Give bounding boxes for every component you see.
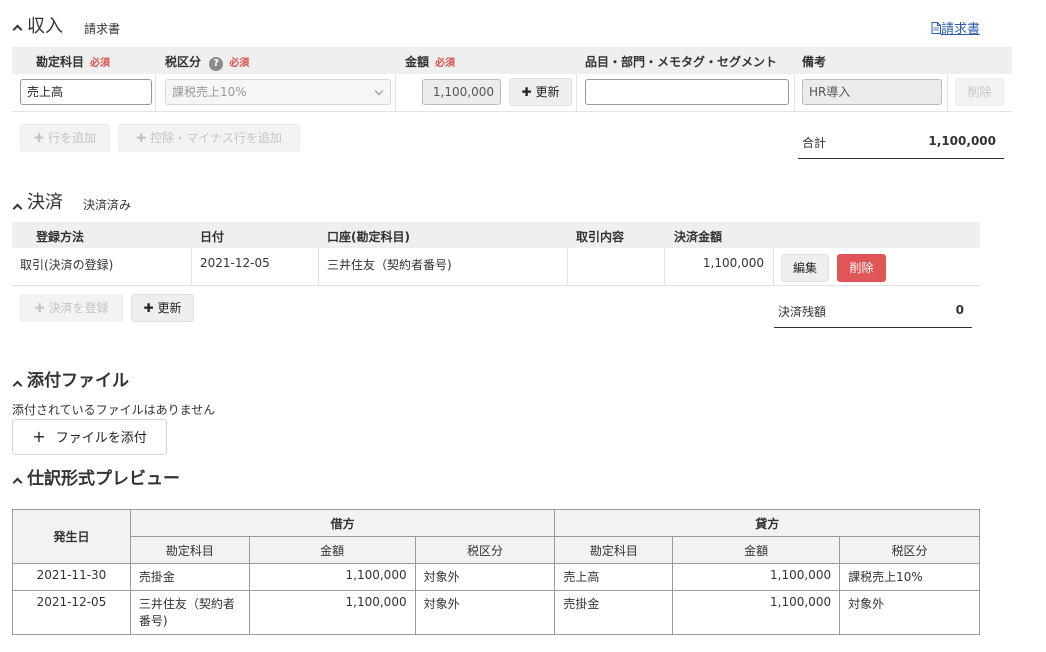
- row-debit-account: 売掛金: [129, 563, 250, 591]
- income-collapse-icon[interactable]: [12, 22, 23, 36]
- add-row-label: 行を追加: [48, 131, 97, 145]
- header-credit-tax: 税区分: [839, 536, 980, 564]
- row-credit-amount: 1,100,000: [672, 590, 841, 635]
- tax-select[interactable]: 課税売上10%: [165, 79, 391, 105]
- invoice-link-label: 請求書: [941, 22, 981, 37]
- settlement-row: [12, 248, 980, 286]
- header-debit: 借方: [129, 509, 556, 537]
- attachments-title: 添付ファイル: [27, 371, 129, 391]
- add-row-button[interactable]: ✚ 行を追加: [20, 124, 110, 152]
- settlement-collapse-icon[interactable]: [12, 201, 23, 215]
- income-header-row: [12, 47, 1012, 74]
- required-badge: 必須: [435, 58, 456, 69]
- header-debit-amount: 金額: [248, 536, 416, 564]
- row-debit-amount: 1,100,000: [248, 563, 416, 591]
- header-tax-label: 税区分: [165, 55, 202, 69]
- register-settlement-label: 決済を登録: [48, 301, 109, 315]
- row-credit-tax: 対象外: [839, 590, 980, 635]
- balance-row: 決済残額 0: [774, 294, 972, 328]
- total-row: 合計 1,100,000: [798, 125, 1004, 159]
- row-credit-account: 売上高: [554, 563, 674, 591]
- header-settle-account: 口座(勘定科目): [327, 230, 410, 244]
- header-settle-amount: 決済金額: [674, 230, 723, 244]
- plus-icon: ✚: [143, 301, 154, 315]
- row-date: 2021-11-30: [12, 563, 131, 591]
- income-title: 収入: [27, 16, 63, 37]
- plus-icon: +: [32, 427, 46, 446]
- row-date: 2021-12-05: [12, 590, 131, 635]
- row-debit-tax: 対象外: [414, 590, 556, 635]
- income-subtitle: 請求書: [84, 22, 121, 36]
- header-credit-account: 勘定科目: [554, 536, 674, 564]
- attach-file-label: ファイルを添付: [55, 431, 147, 446]
- settlement-amount: 1,100,000: [702, 256, 764, 270]
- amount-update-label: 更新: [535, 85, 560, 99]
- header-debit-account: 勘定科目: [129, 536, 250, 564]
- journal-preview-table: 発生日 借方 貸方 勘定科目 金額 税区分 勘定科目 金額 税区分 2021-1…: [12, 509, 980, 635]
- amount-input[interactable]: 1,100,000: [422, 79, 501, 105]
- row-debit-account: 三井住友（契約者番号): [129, 590, 250, 635]
- plus-icon: ✚: [33, 131, 45, 145]
- settlement-method: 取引(決済の登録): [20, 258, 114, 272]
- amount-update-button[interactable]: ✚ 更新: [509, 78, 572, 106]
- help-icon[interactable]: ?: [209, 57, 224, 71]
- chevron-down-icon: [374, 86, 384, 96]
- settlement-date: 2021-12-05: [200, 256, 270, 270]
- settlement-subtitle: 決済済み: [83, 198, 132, 212]
- plus-icon: ✚: [521, 85, 532, 99]
- settlement-update-label: 更新: [157, 301, 182, 315]
- header-amount: 金額 必須: [405, 53, 455, 70]
- row-credit-account: 売掛金: [554, 590, 674, 635]
- account-input[interactable]: 売上高: [20, 79, 152, 105]
- plus-icon: ✚: [136, 131, 147, 145]
- header-method: 登録方法: [36, 230, 85, 244]
- add-minus-row-button[interactable]: ✚ 控除・マイナス行を追加: [118, 124, 300, 152]
- header-credit: 貸方: [554, 509, 980, 537]
- header-account: 勘定科目 必須: [36, 53, 110, 70]
- header-account-label: 勘定科目: [36, 55, 85, 69]
- row-delete-button[interactable]: 削除: [955, 78, 1004, 106]
- table-row: 2021-12-05 三井住友（契約者番号) 1,100,000 対象外 売掛金…: [12, 590, 980, 635]
- header-credit-amount: 金額: [672, 536, 841, 564]
- total-label: 合計: [802, 136, 827, 150]
- header-memo: 備考: [802, 55, 827, 69]
- header-occurrence-date: 発生日: [12, 509, 131, 564]
- header-segment: 品目・部門・メモタグ・セグメント: [585, 55, 778, 69]
- tax-select-value: 課税売上10%: [172, 85, 247, 99]
- plus-icon: ✚: [34, 301, 45, 315]
- balance-label: 決済残額: [778, 305, 827, 319]
- add-minus-row-label: 控除・マイナス行を追加: [150, 131, 282, 145]
- header-tax: 税区分 ? 必須: [165, 53, 249, 71]
- settlement-edit-button[interactable]: 編集: [781, 254, 829, 282]
- preview-collapse-icon[interactable]: [12, 475, 23, 489]
- settlement-update-button[interactable]: ✚ 更新: [131, 294, 194, 322]
- preview-title: 仕訳形式プレビュー: [27, 469, 180, 489]
- header-date: 日付: [200, 230, 225, 244]
- row-debit-tax: 対象外: [414, 563, 556, 591]
- table-row: 2021-11-30 売掛金 1,100,000 対象外 売上高 1,100,0…: [12, 563, 980, 591]
- header-debit-tax: 税区分: [414, 536, 556, 564]
- row-credit-amount: 1,100,000: [672, 563, 841, 591]
- settlement-header-row: [12, 222, 980, 248]
- invoice-link[interactable]: 請求書: [931, 18, 980, 37]
- segment-input[interactable]: [585, 79, 789, 105]
- required-badge: 必須: [90, 58, 111, 69]
- header-content: 取引内容: [576, 230, 625, 244]
- document-icon: [931, 22, 941, 34]
- memo-input[interactable]: HR導入: [802, 79, 942, 105]
- balance-value: 0: [955, 303, 964, 317]
- attach-file-button[interactable]: + ファイルを添付: [12, 419, 167, 455]
- attachments-collapse-icon[interactable]: [12, 378, 23, 392]
- row-credit-tax: 課税売上10%: [839, 563, 980, 591]
- settlement-delete-button[interactable]: 削除: [837, 254, 886, 282]
- attachments-empty-text: 添付されているファイルはありません: [12, 403, 216, 417]
- required-badge: 必須: [229, 58, 250, 69]
- header-amount-label: 金額: [405, 55, 430, 69]
- register-settlement-button[interactable]: ✚ 決済を登録: [20, 294, 123, 322]
- settlement-title: 決済: [27, 192, 63, 213]
- row-debit-amount: 1,100,000: [248, 590, 416, 635]
- total-value: 1,100,000: [928, 134, 996, 148]
- settlement-account: 三井住友（契約者番号): [327, 258, 452, 272]
